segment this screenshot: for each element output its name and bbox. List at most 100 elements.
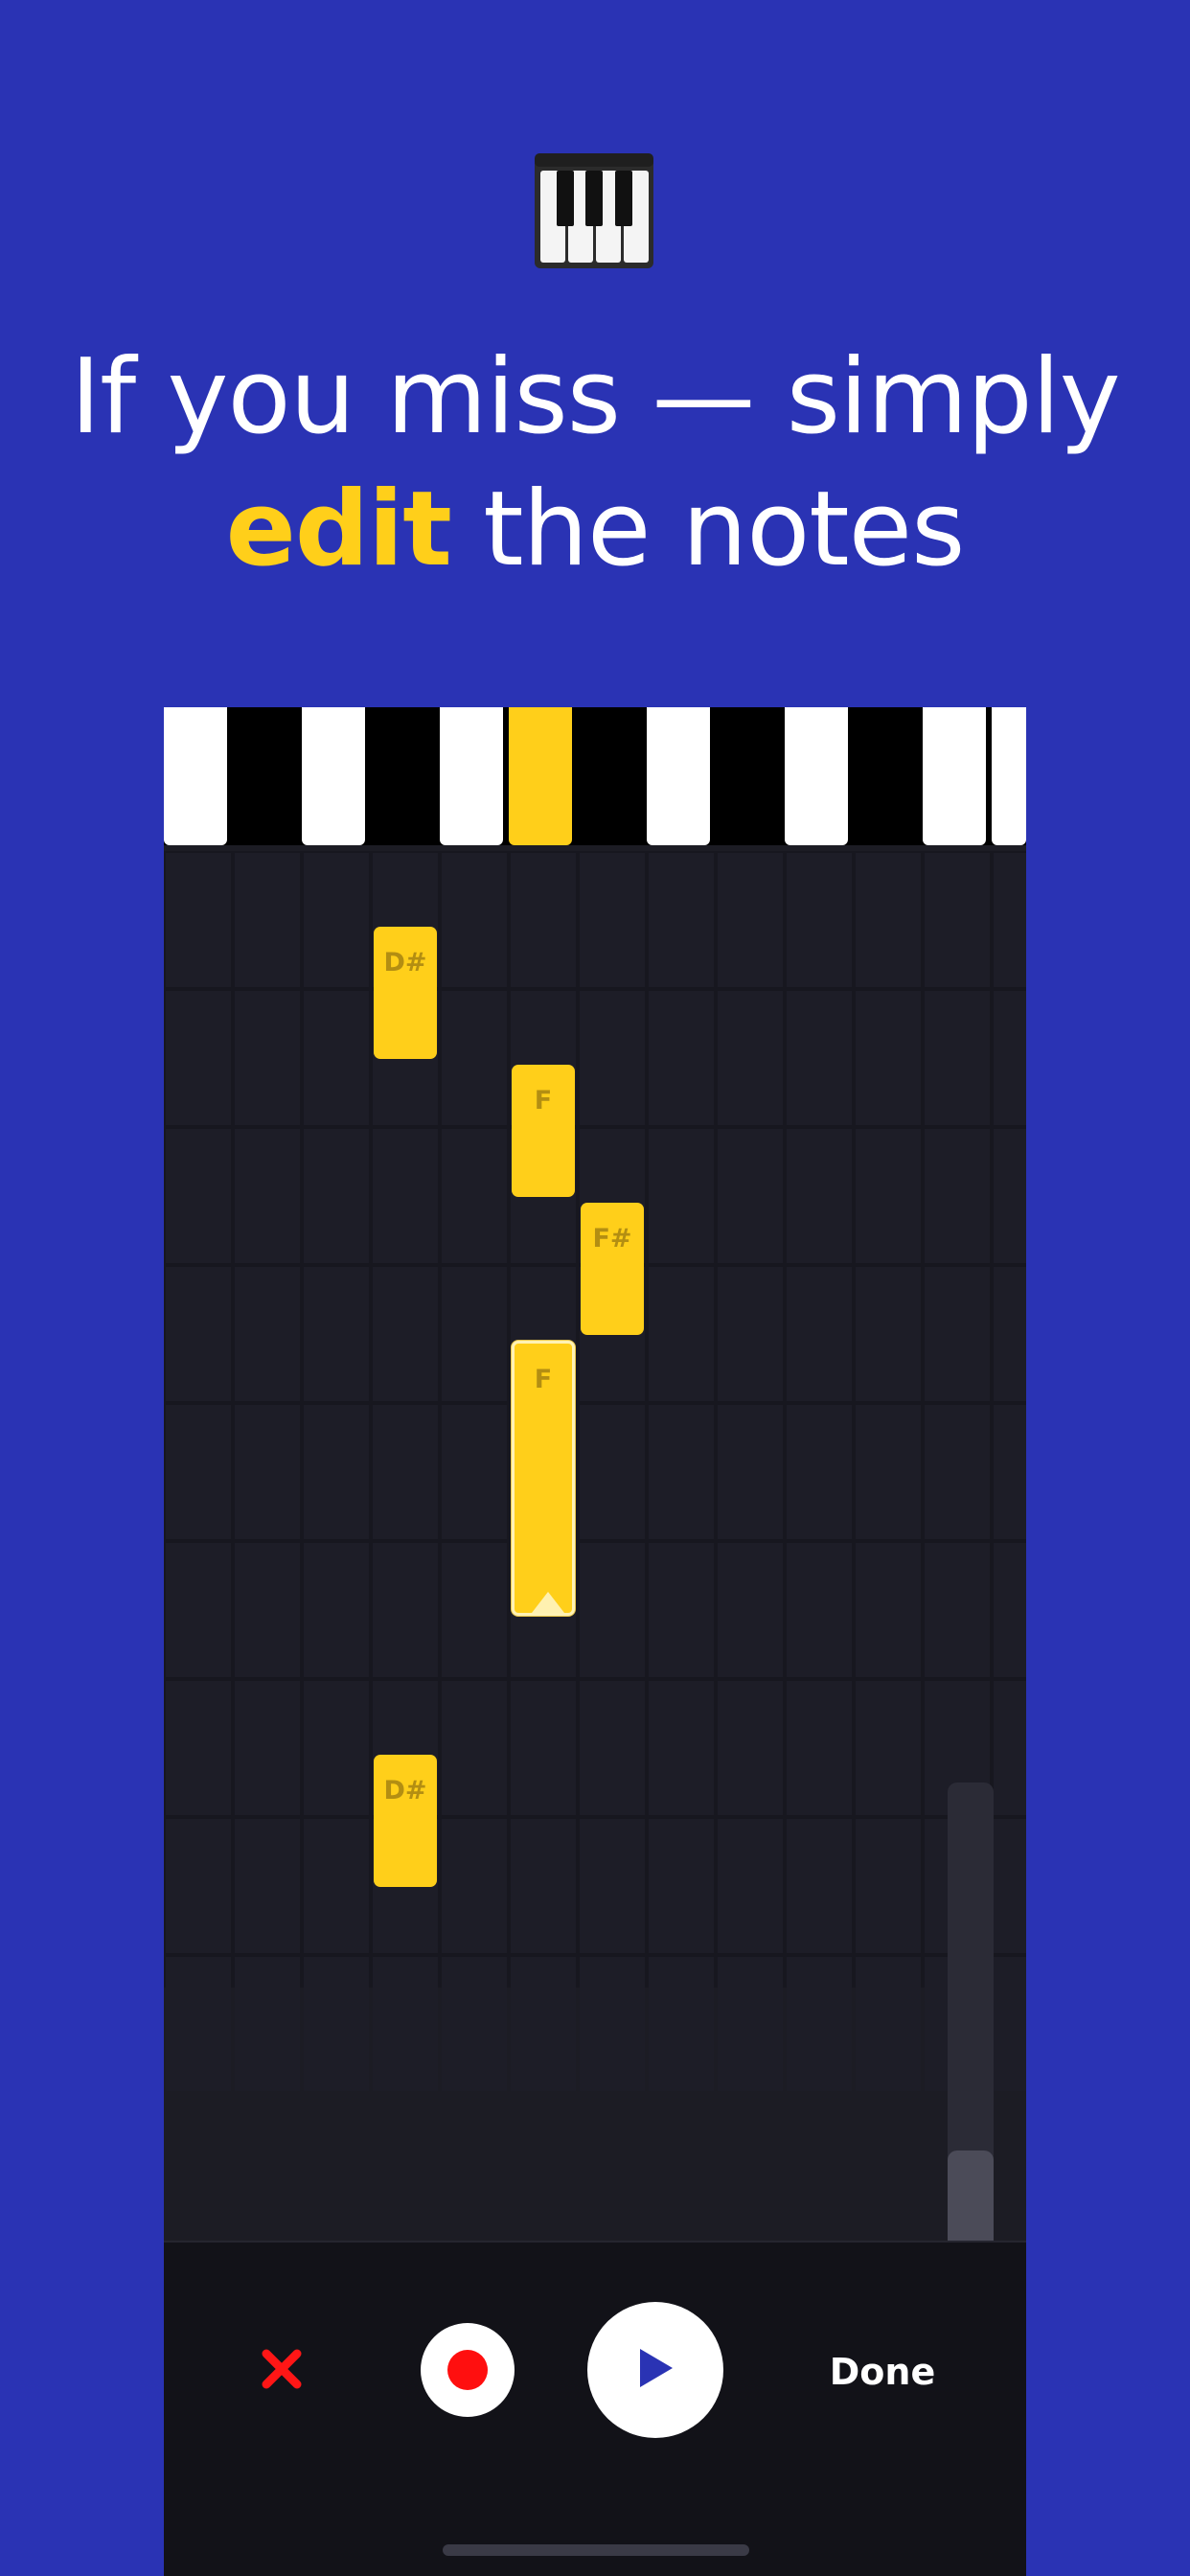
- grid-cell: [580, 853, 645, 987]
- grid-cell: [787, 1819, 852, 1953]
- note-block-selected[interactable]: F: [512, 1341, 575, 1616]
- grid-cell: [718, 853, 783, 987]
- grid-cell: [442, 1957, 507, 2091]
- grid-cell: [649, 1681, 714, 1815]
- piano-key-white[interactable]: [992, 707, 1026, 845]
- grid-cell: [511, 1681, 576, 1815]
- grid-cell: [925, 991, 990, 1125]
- resize-handle[interactable]: [532, 1591, 564, 1613]
- grid-cell: [580, 1681, 645, 1815]
- done-button[interactable]: Done: [815, 2338, 950, 2405]
- note-block[interactable]: F#: [581, 1203, 644, 1336]
- grid-cell: [994, 1129, 1026, 1263]
- grid-cell: [856, 1681, 921, 1815]
- grid-cell: [304, 1129, 369, 1263]
- grid-cell: [718, 1681, 783, 1815]
- grid-cell: [856, 991, 921, 1125]
- grid-cell: [994, 1543, 1026, 1677]
- grid-cell: [235, 1819, 300, 1953]
- grid-cell: [856, 1267, 921, 1401]
- grid-cell: [235, 1543, 300, 1677]
- grid-cell: [442, 1129, 507, 1263]
- grid-cell: [166, 1543, 231, 1677]
- grid-cell: [925, 1129, 990, 1263]
- editor-toolbar: Done: [164, 2241, 1026, 2576]
- grid-cell: [718, 991, 783, 1125]
- note-label: D#: [383, 1776, 427, 1806]
- grid-cell: [925, 1267, 990, 1401]
- grid-cell: [166, 1267, 231, 1401]
- note-grid[interactable]: D# F F# F D#: [164, 851, 1026, 2334]
- play-icon: [634, 2345, 676, 2395]
- grid-cell: [442, 991, 507, 1125]
- grid-cell: [787, 1267, 852, 1401]
- grid-cell: [649, 1957, 714, 2091]
- grid-cell: [580, 991, 645, 1125]
- piano-key-white[interactable]: [440, 707, 503, 845]
- close-icon: [261, 2348, 303, 2394]
- piano-key-white[interactable]: [785, 707, 848, 845]
- grid-cell: [649, 1543, 714, 1677]
- piano-roll-editor: D# F F# F D# Done: [164, 707, 1026, 2576]
- grid-cell: [856, 1957, 921, 2091]
- note-block[interactable]: F: [512, 1065, 575, 1198]
- grid-cell: [856, 853, 921, 987]
- piano-key-black[interactable]: [233, 707, 296, 845]
- grid-cell: [442, 853, 507, 987]
- headline-line2-rest: the notes: [450, 470, 965, 589]
- grid-cell: [580, 1819, 645, 1953]
- note-label: D#: [383, 948, 427, 978]
- grid-cell: [166, 853, 231, 987]
- grid-cell: [580, 1405, 645, 1539]
- grid-cell: [994, 1819, 1026, 1953]
- grid-cell: [580, 1543, 645, 1677]
- home-indicator[interactable]: [443, 2544, 749, 2556]
- grid-cell: [442, 1681, 507, 1815]
- grid-cell: [304, 991, 369, 1125]
- record-button[interactable]: [421, 2323, 515, 2417]
- grid-cell: [994, 1267, 1026, 1401]
- piano-key-white[interactable]: [923, 707, 986, 845]
- grid-cell: [373, 1129, 438, 1263]
- grid-cell: [511, 1957, 576, 2091]
- piano-key-black[interactable]: [716, 707, 779, 845]
- play-button[interactable]: [587, 2302, 723, 2438]
- piano-key-black[interactable]: [371, 707, 434, 845]
- grid-cell: [649, 1129, 714, 1263]
- grid-cell: [304, 853, 369, 987]
- headline-highlight: edit: [225, 470, 452, 589]
- grid-cell: [235, 1267, 300, 1401]
- grid-cell: [235, 1405, 300, 1539]
- grid-cell: [442, 1405, 507, 1539]
- grid-cell: [166, 1681, 231, 1815]
- grid-cell: [580, 1957, 645, 2091]
- grid-cell: [442, 1267, 507, 1401]
- grid-cell: [856, 1819, 921, 1953]
- piano-key-white[interactable]: [164, 707, 227, 845]
- piano-key-active[interactable]: [509, 707, 572, 845]
- piano-key-white[interactable]: [647, 707, 710, 845]
- note-label: F#: [592, 1224, 632, 1254]
- grid-cell: [304, 1405, 369, 1539]
- grid-cell: [442, 1543, 507, 1677]
- cancel-button[interactable]: [251, 2340, 312, 2402]
- note-block[interactable]: D#: [374, 927, 437, 1060]
- grid-cell: [787, 853, 852, 987]
- grid-cell: [304, 1267, 369, 1401]
- grid-cell: [235, 1957, 300, 2091]
- grid-cell: [718, 1267, 783, 1401]
- grid-cell: [373, 1405, 438, 1539]
- grid-cell: [304, 1957, 369, 2091]
- piano-key-white[interactable]: [302, 707, 365, 845]
- grid-cell: [787, 991, 852, 1125]
- piano-key-black[interactable]: [578, 707, 641, 845]
- grid-cell: [649, 1267, 714, 1401]
- grid-cell: [856, 1129, 921, 1263]
- note-block[interactable]: D#: [374, 1755, 437, 1888]
- grid-cell: [718, 1957, 783, 2091]
- piano-keyboard[interactable]: [164, 707, 1026, 845]
- grid-cell: [718, 1819, 783, 1953]
- grid-cell: [373, 1957, 438, 2091]
- grid-cell: [511, 853, 576, 987]
- piano-key-black[interactable]: [854, 707, 917, 845]
